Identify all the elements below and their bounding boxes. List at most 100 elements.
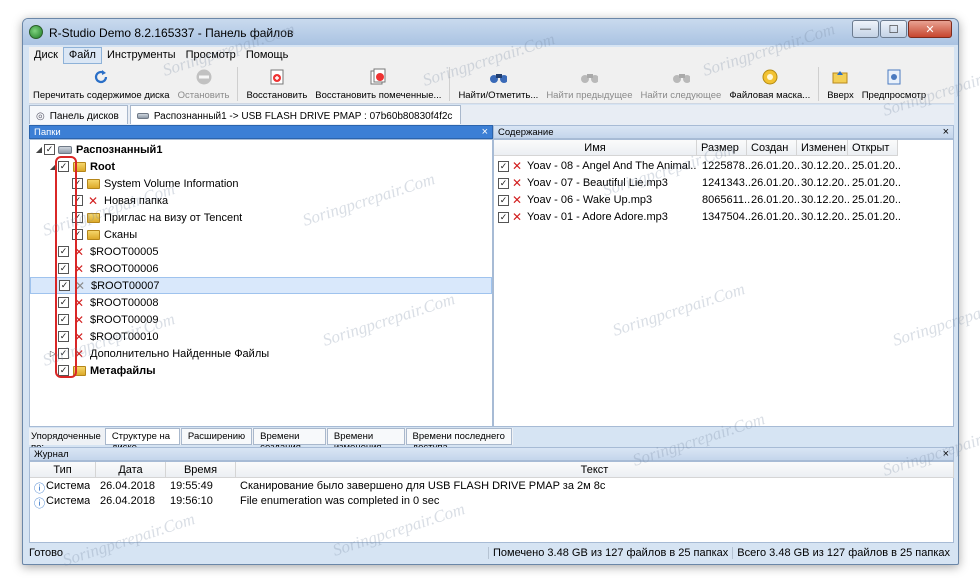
toolbar: Перечитать содержимое диска Остановить В… (29, 64, 954, 104)
tree-node[interactable]: ▷ ✓ ✕ Дополнительно Найденные Файлы (30, 345, 492, 362)
file-checkbox[interactable]: ✓ (498, 161, 509, 172)
tree-node[interactable]: ✓ ✕ $ROOT00007 (30, 277, 492, 294)
file-checkbox[interactable]: ✓ (498, 178, 509, 189)
file-created: 26.01.20... (751, 160, 799, 172)
tree-node-label: System Volume Information (104, 177, 239, 190)
tree-node[interactable]: ✓ System Volume Information (30, 175, 492, 192)
status-ready: Готово (29, 547, 63, 559)
tree-node[interactable]: ✓ ✕ $ROOT00010 (30, 328, 492, 345)
tab-disk-panel[interactable]: ◎ Панель дисков (29, 105, 128, 124)
sort-tab-modified[interactable]: Времени изменения (326, 428, 405, 453)
tree-node[interactable]: ◢ ✓ Распознанный1 (30, 141, 492, 158)
sort-tab-accessed[interactable]: Времени последнего доступа (405, 428, 512, 453)
sort-tab-extension[interactable]: Расширению (180, 428, 253, 445)
tree-node-label: $ROOT00010 (90, 330, 159, 343)
log-pane-close-button[interactable]: × (943, 448, 949, 460)
sort-tab-created[interactable]: Времени создания (253, 428, 326, 453)
tree-node-label: $ROOT00007 (91, 279, 160, 292)
tree-node-label: Новая папка (104, 194, 169, 207)
reread-disk-label: Перечитать содержимое диска (33, 90, 170, 101)
column-header-size[interactable]: Размер (697, 140, 747, 156)
drive-icon (58, 144, 72, 156)
recover-button[interactable]: Восстановить (242, 64, 311, 104)
column-header-name[interactable]: Имя (494, 140, 697, 156)
log-column-date[interactable]: Дата (96, 462, 166, 478)
file-checkbox[interactable]: ✓ (498, 212, 509, 223)
file-size: 8065611... (702, 194, 750, 206)
folders-pane-close-button[interactable]: × (482, 126, 488, 138)
log-column-text[interactable]: Текст (236, 462, 954, 478)
binoculars-next-icon (672, 68, 690, 86)
file-mask-icon (761, 68, 779, 86)
file-size: 1347504... (702, 211, 750, 223)
contents-pane-close-button[interactable]: × (943, 126, 949, 138)
window-title: R-Studio Demo 8.2.165337 - Панель файлов (49, 26, 294, 40)
preview-button[interactable]: Предпросмотр (858, 64, 930, 104)
tree-node[interactable]: ◢ ✓ Root (30, 158, 492, 175)
tree-node[interactable]: ✓ ✕ $ROOT00005 (30, 243, 492, 260)
tree-node[interactable]: ✓ Сканы (30, 226, 492, 243)
file-mask-button[interactable]: Файловая маска... (725, 64, 814, 104)
stop-button[interactable]: Остановить (174, 64, 234, 104)
deleted-file-icon: ✕ (512, 159, 523, 173)
menu-file[interactable]: Файл (62, 47, 102, 64)
close-button[interactable]: ✕ (908, 20, 952, 38)
tree-node-label: Метафайлы (90, 364, 156, 377)
disk-panel-icon: ◎ (36, 111, 45, 122)
file-name: Yoav - 07 - Beautiful Lie.mp3 (527, 177, 668, 189)
maximize-button[interactable]: ☐ (880, 20, 907, 38)
refresh-icon (92, 68, 110, 86)
column-header-modified[interactable]: Изменен (797, 140, 848, 156)
column-header-opened[interactable]: Открыт (848, 140, 898, 156)
file-row[interactable]: ✓ ✕ Yoav - 07 - Beautiful Lie.mp3 1241343..… (494, 175, 953, 192)
file-modified: 30.12.20... (801, 194, 849, 206)
tree-node[interactable]: ✓ ✕ Новая папка (30, 192, 492, 209)
tree-node-label: Сканы (104, 228, 138, 241)
file-row[interactable]: ✓ ✕ Yoav - 06 - Wake Up.mp3 8065611... 26.01… (494, 192, 953, 209)
file-name: Yoav - 01 - Adore Adore.mp3 (527, 211, 668, 223)
tree-node[interactable]: ✓ ✕ $ROOT00008 (30, 294, 492, 311)
tree-node[interactable]: ✓ ✕ $ROOT00006 (30, 260, 492, 277)
find-prev-button[interactable]: Найти предыдущее (542, 64, 636, 104)
tree-node[interactable]: ✓ ✕ $ROOT00009 (30, 311, 492, 328)
expand-toggle-icon[interactable]: ◢ (34, 145, 44, 154)
menu-disk[interactable]: Диск (29, 47, 63, 64)
find-prev-label: Найти предыдущее (546, 90, 633, 101)
tree-node[interactable]: ✓ Метафайлы (30, 362, 492, 379)
info-icon: ⓘ (34, 498, 45, 510)
file-checkbox[interactable]: ✓ (498, 195, 509, 206)
tab-recognized-drive[interactable]: Распознанный1 -> USB FLASH DRIVE PMAP : … (129, 105, 462, 124)
tree-node[interactable]: ✓ Приглас на визу от Tencent (30, 209, 492, 226)
contents-pane-header: Содержание × (493, 125, 954, 139)
toolbar-separator (237, 67, 239, 101)
sort-tab-structure[interactable]: Структуре на диске (104, 428, 180, 453)
find-mark-button[interactable]: Найти/Отметить... (454, 64, 542, 104)
log-row[interactable]: ⓘ Система 26.04.2018 19:55:49 Сканирование б… (30, 480, 953, 495)
column-header-created[interactable]: Создан (747, 140, 797, 156)
log-column-type[interactable]: Тип (30, 462, 96, 478)
log-column-time[interactable]: Время (166, 462, 236, 478)
reread-disk-button[interactable]: Перечитать содержимое диска (29, 64, 174, 104)
recover-marked-button[interactable]: Восстановить помеченные... (311, 64, 445, 104)
tree-checkbox[interactable]: ✓ (44, 144, 55, 155)
log-date: 26.04.2018 (100, 480, 156, 492)
file-row[interactable]: ✓ ✕ Yoav - 08 - Angel And The Animal... 122… (494, 158, 953, 175)
preview-icon (885, 68, 903, 86)
log-row[interactable]: ⓘ Система 26.04.2018 19:56:10 File enumerati… (30, 495, 953, 510)
status-total: Всего 3.48 GB из 127 файлов в 25 папках (732, 547, 954, 559)
window-controls: — ☐ ✕ (851, 20, 952, 38)
up-button[interactable]: Вверх (823, 64, 858, 104)
menu-bar: Диск Файл Инструменты Просмотр Помощь (29, 47, 954, 64)
file-opened: 25.01.20... (852, 160, 900, 172)
menu-tools[interactable]: Инструменты (102, 47, 181, 64)
log-time: 19:55:49 (170, 480, 213, 492)
minimize-button[interactable]: — (852, 20, 879, 38)
title-bar[interactable]: R-Studio Demo 8.2.165337 - Панель файлов… (23, 19, 958, 45)
find-next-button[interactable]: Найти следующее (637, 64, 726, 104)
file-row[interactable]: ✓ ✕ Yoav - 01 - Adore Adore.mp3 1347504... 2… (494, 209, 953, 226)
file-opened: 25.01.20... (852, 177, 900, 189)
menu-help[interactable]: Помощь (241, 47, 294, 64)
menu-view[interactable]: Просмотр (181, 47, 241, 64)
log-pane-header: Журнал × (29, 447, 954, 461)
log-pane-title: Журнал (34, 449, 69, 460)
